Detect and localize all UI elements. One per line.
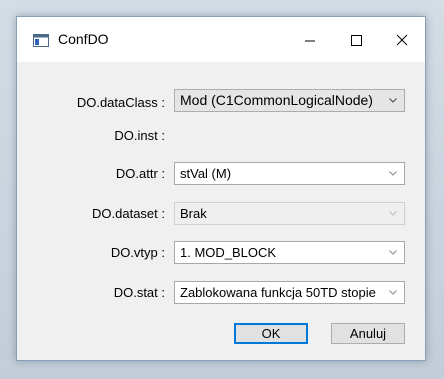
dataclass-combobox[interactable]: Mod (C1CommonLogicalNode) — [174, 89, 405, 112]
dataset-value: Brak — [180, 206, 207, 221]
chevron-down-icon — [389, 98, 397, 103]
attr-label: DO.attr : — [115, 166, 165, 181]
close-icon — [396, 34, 408, 46]
chevron-down-icon — [389, 290, 397, 295]
chevron-down-icon — [389, 211, 397, 216]
stat-value: Zablokowana funkcja 50TD stopie — [180, 285, 376, 300]
attr-combobox[interactable]: stVal (M) — [174, 162, 405, 185]
close-button[interactable] — [379, 17, 425, 62]
window-app-icon — [33, 34, 49, 47]
stat-label: DO.stat : — [113, 285, 165, 300]
vtyp-label: DO.vtyp : — [110, 245, 165, 260]
vtyp-combobox[interactable]: 1. MOD_BLOCK — [174, 241, 405, 264]
dataclass-value: Mod (C1CommonLogicalNode) — [180, 92, 373, 108]
vtyp-value: 1. MOD_BLOCK — [180, 245, 277, 260]
dataclass-label: DO.dataClass : — [76, 95, 165, 110]
window-title: ConfDO — [58, 31, 109, 47]
cancel-button[interactable]: Anuluj — [331, 323, 405, 344]
dataset-label: DO.dataset : — [92, 206, 165, 221]
minimize-button[interactable] — [287, 17, 333, 62]
minimize-icon — [305, 40, 315, 42]
maximize-icon — [351, 35, 362, 46]
chevron-down-icon — [389, 250, 397, 255]
maximize-button[interactable] — [333, 17, 379, 62]
title-bar[interactable]: ConfDO — [17, 17, 425, 62]
confdo-dialog: ConfDO DO.dataClass : Mod (C1CommonLogic… — [16, 16, 426, 361]
dataset-combobox: Brak — [174, 202, 405, 225]
chevron-down-icon — [389, 171, 397, 176]
attr-value: stVal (M) — [180, 166, 232, 181]
ok-button[interactable]: OK — [234, 323, 308, 344]
stat-combobox[interactable]: Zablokowana funkcja 50TD stopie — [174, 281, 405, 304]
inst-label: DO.inst : — [114, 128, 165, 143]
